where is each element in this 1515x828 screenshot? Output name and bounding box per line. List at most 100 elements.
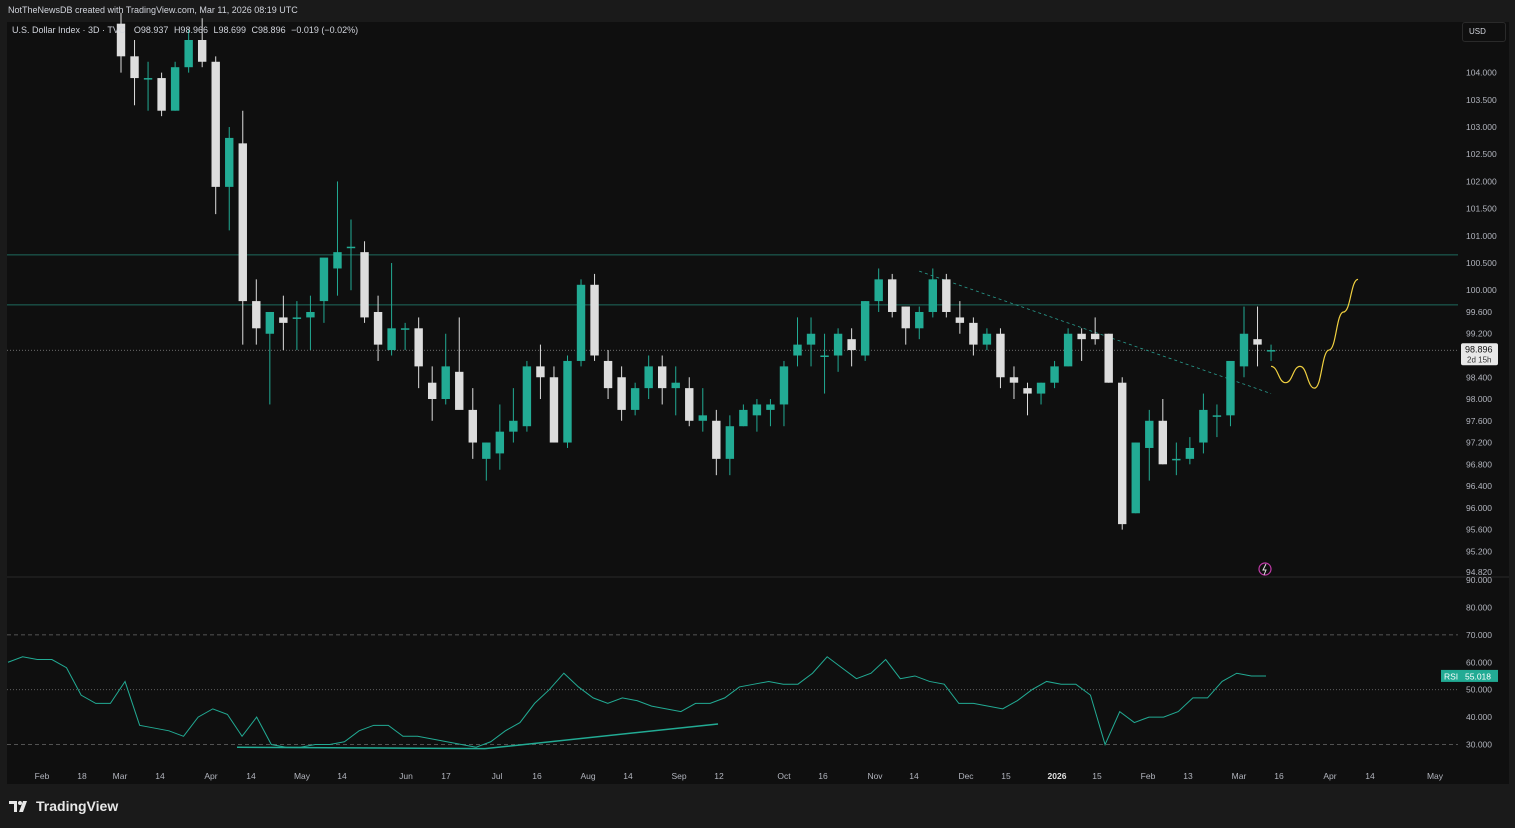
candle-body [549, 377, 559, 443]
legend-high: H98.966 [173, 25, 208, 35]
candle-body [928, 279, 937, 312]
candle-body [333, 252, 342, 269]
candle-body [373, 311, 383, 345]
candle-body [1023, 388, 1032, 394]
candle-body [860, 301, 870, 356]
tradingview-logo[interactable]: TradingView [9, 798, 118, 814]
candle-body [252, 301, 261, 329]
candle-body [833, 333, 843, 356]
price-axis-label: 100.500 [1466, 258, 1497, 268]
projection-path [1270, 278, 1359, 389]
tradingview-logo-icon [9, 801, 27, 812]
countdown-label: 2d 15h [1467, 355, 1491, 364]
candle-body [739, 409, 748, 427]
candle-body [644, 366, 653, 389]
time-axis-label: 13 [1183, 771, 1193, 781]
candle-body [319, 257, 329, 302]
candle-body [225, 137, 234, 187]
symbol-name[interactable]: U.S. Dollar Index · 3D · TVC [12, 25, 125, 35]
candle-body [996, 333, 1005, 378]
candle-body [211, 61, 220, 187]
time-axis-label: 14 [155, 771, 165, 781]
candle-body [1145, 420, 1154, 448]
candle-body [441, 366, 450, 400]
candle-body [630, 388, 640, 410]
time-axis-label: Jun [399, 771, 413, 781]
lightning-icon [1262, 563, 1267, 576]
price-axis-label: 100.000 [1466, 285, 1497, 295]
time-axis-label: 15 [1092, 771, 1102, 781]
candle-body [563, 360, 572, 443]
candle-body [1036, 382, 1046, 394]
legend-close: C98.896 [251, 25, 286, 35]
candle-body [658, 366, 667, 389]
time-axis-label: Nov [867, 771, 883, 781]
candle-body [482, 442, 491, 459]
candle-body [130, 56, 139, 79]
candle-body [1118, 382, 1127, 525]
candle-body [522, 366, 532, 427]
price-axis-label: 103.500 [1466, 95, 1497, 105]
price-axis-label: 102.000 [1466, 176, 1497, 186]
candle-body [617, 377, 626, 410]
time-axis-label: 12 [714, 771, 724, 781]
candle-body [184, 40, 193, 68]
candle-body [1172, 458, 1181, 461]
time-axis-label: Aug [580, 771, 595, 781]
time-axis-label: 16 [1274, 771, 1284, 781]
candle-body [400, 328, 410, 330]
candle-body [265, 311, 275, 334]
price-axis-label: 101.000 [1466, 231, 1497, 241]
candle-body [1266, 350, 1276, 352]
price-axis-label: 97.600 [1466, 416, 1492, 426]
price-axis-label: 96.800 [1466, 459, 1492, 469]
rsi-line [7, 656, 1266, 748]
rsi-axis-label: 60.000 [1466, 657, 1492, 667]
time-axis-label: 18 [77, 771, 87, 781]
price-axis-label: 98.000 [1466, 394, 1492, 404]
candle-body [806, 333, 816, 345]
candle-body [1063, 333, 1073, 367]
chart-svg[interactable]: 104.000 103.500 103.000 102.500 102.000 101.5… [0, 0, 1515, 828]
candle-body [982, 333, 992, 345]
time-axis-label: May [1427, 771, 1444, 781]
time-axis-label: May [294, 771, 311, 781]
candle-body [752, 404, 762, 416]
candle-body [197, 40, 207, 62]
time-axis-label: 17 [441, 771, 451, 781]
candle-body [1253, 339, 1262, 345]
footer [0, 784, 1515, 828]
candle-body [1158, 420, 1168, 465]
candle-body [427, 382, 437, 400]
price-axis-label: 104.000 [1466, 68, 1497, 78]
currency-button[interactable]: USD [1462, 22, 1506, 42]
candle-body [698, 415, 707, 421]
rsi-title-label: RSI [1444, 671, 1458, 681]
time-axis-label: Apr [204, 771, 217, 781]
candle-body [1131, 442, 1140, 514]
candle-body [888, 279, 897, 312]
candle-body [793, 344, 802, 356]
legend-change: −0.019 (−0.02%) [291, 25, 359, 35]
price-axis-label: 97.200 [1466, 438, 1492, 448]
price-axis-label: 102.500 [1466, 149, 1497, 159]
price-axis-label: 95.200 [1466, 546, 1492, 556]
price-axis-label: 99.200 [1466, 329, 1492, 339]
candle-body [170, 67, 180, 111]
candle-body [495, 431, 505, 454]
rsi-axis-label: 80.000 [1466, 602, 1492, 612]
rsi-axis-label: 70.000 [1466, 630, 1492, 640]
candle-body [874, 279, 883, 302]
rsi-value-label: 55.018 [1465, 671, 1491, 681]
candle-body [915, 311, 924, 329]
candle-body [766, 404, 775, 410]
candle-body [1104, 333, 1113, 383]
brand-name: TradingView [36, 798, 119, 814]
rsi-axis-label: 90.000 [1466, 575, 1492, 585]
candle-body [779, 366, 789, 405]
legend-low: L98.699 [213, 25, 247, 35]
candle-body [820, 355, 829, 358]
symbol-legend[interactable]: U.S. Dollar Index · 3D · TVC O98.937 H98… [12, 25, 361, 35]
candle-body [1212, 415, 1222, 417]
price-axis-label: 96.400 [1466, 481, 1492, 491]
